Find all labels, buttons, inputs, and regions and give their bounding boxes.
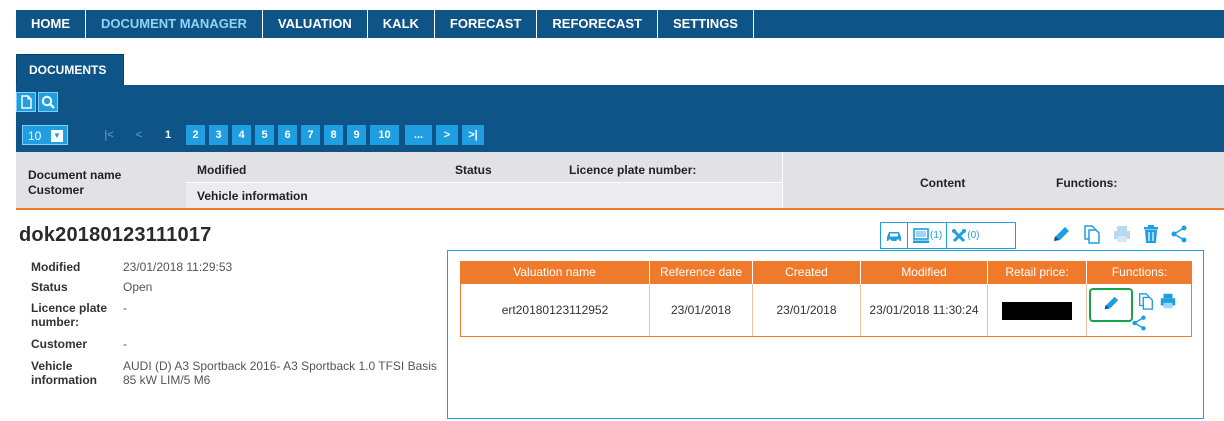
detail-value: - (123, 337, 127, 351)
nav-valuation[interactable]: VALUATION (263, 10, 368, 38)
copy-icon[interactable] (1137, 292, 1155, 310)
delete-icon[interactable] (1142, 224, 1160, 244)
valuations-count: (1) (930, 230, 943, 241)
document-functions (1050, 222, 1188, 246)
column-retail-price[interactable]: Retail price: (988, 261, 1087, 284)
current-page: 1 (164, 129, 172, 141)
tab-documents[interactable]: DOCUMENTS (16, 54, 124, 85)
print-icon[interactable] (1159, 292, 1177, 310)
next-page-button[interactable]: > (436, 125, 458, 145)
top-navigation: HOME DOCUMENT MANAGER VALUATION KALK FOR… (0, 0, 1224, 38)
vehicle-content-button[interactable] (881, 223, 908, 248)
nav-home[interactable]: HOME (16, 10, 86, 38)
print-icon[interactable] (1112, 224, 1132, 244)
page-button[interactable]: 9 (347, 125, 366, 145)
detail-label: Modified (31, 260, 81, 274)
content-summary: (1) (0) (880, 222, 1016, 249)
column-content: Content (920, 176, 966, 190)
column-status[interactable]: Status (455, 163, 492, 177)
column-created[interactable]: Created (753, 261, 861, 284)
column-modified[interactable]: Modified (197, 163, 246, 177)
new-document-button[interactable] (16, 92, 36, 112)
list-column-header: Document name Customer Modified Vehicle … (16, 152, 1224, 210)
nav-reforecast[interactable]: REFORECAST (537, 10, 658, 38)
redacted-price (1002, 301, 1072, 320)
page-size-value: 10 (28, 129, 42, 143)
more-pages-button[interactable]: ... (405, 125, 432, 145)
valuation-name-cell[interactable]: ert20180123112952 (461, 284, 650, 336)
edit-icon[interactable] (1050, 224, 1072, 244)
created-cell: 23/01/2018 (753, 284, 861, 336)
tools-count: (0) (967, 230, 980, 241)
tab-strip: DOCUMENTS (0, 38, 1224, 85)
page-button[interactable]: 8 (324, 125, 343, 145)
new-document-icon (17, 93, 35, 111)
detail-value: - (123, 301, 127, 315)
copy-icon[interactable] (1082, 224, 1102, 244)
page-button[interactable]: 3 (209, 125, 228, 145)
detail-label: Status (31, 280, 68, 294)
column-vehicle-information[interactable]: Vehicle information (197, 189, 308, 203)
first-page-button[interactable]: |< (98, 125, 120, 145)
edit-icon[interactable] (1101, 294, 1121, 312)
page-button[interactable]: 4 (232, 125, 251, 145)
detail-value: 23/01/2018 11:29:53 (123, 260, 233, 274)
documents-toolbar: 10 ▼ |< < 1 2 3 4 5 6 7 8 9 10 ... > >| (16, 85, 1224, 152)
prev-page-button[interactable]: < (128, 125, 150, 145)
nav-forecast[interactable]: FORECAST (435, 10, 538, 38)
table-row[interactable]: ert20180123112952 23/01/2018 23/01/2018 … (460, 284, 1192, 337)
reference-date-cell: 23/01/2018 (650, 284, 753, 336)
detail-label: Customer (31, 337, 88, 351)
row-functions-cell (1087, 284, 1191, 336)
nav-document-manager[interactable]: DOCUMENT MANAGER (86, 10, 263, 38)
column-functions: Functions: (1111, 265, 1168, 279)
share-icon[interactable] (1170, 224, 1188, 244)
tools-content-button[interactable]: (0) (947, 223, 983, 248)
modified-cell: 23/01/2018 11:30:24 (861, 284, 988, 336)
detail-value: AUDI (D) A3 Sportback 2016- A3 Sportback… (123, 359, 437, 387)
column-document-name[interactable]: Document name (28, 168, 121, 182)
page-button[interactable]: 10 (370, 125, 399, 145)
detail-value: Open (123, 280, 153, 294)
page-button[interactable]: 7 (301, 125, 320, 145)
valuations-table-header: Valuation name Reference date Created Mo… (460, 261, 1192, 284)
chevron-down-icon: ▼ (51, 130, 63, 142)
pagination: 10 ▼ |< < 1 2 3 4 5 6 7 8 9 10 ... > >| (16, 125, 716, 145)
detail-label: Vehicle information (31, 359, 97, 387)
nav-kalk[interactable]: KALK (368, 10, 435, 38)
column-functions: Functions: (1056, 176, 1118, 190)
car-icon (887, 231, 901, 243)
column-modified[interactable]: Modified (861, 261, 988, 284)
valuations-content-button[interactable]: (1) (908, 223, 948, 248)
retail-price-cell (988, 284, 1087, 336)
column-licence-plate[interactable]: Licence plate number: (569, 163, 696, 177)
share-icon[interactable] (1131, 314, 1147, 332)
tools-icon (952, 228, 967, 242)
column-reference-date[interactable]: Reference date (650, 261, 753, 284)
last-page-button[interactable]: >| (462, 125, 484, 145)
page-button[interactable]: 6 (278, 125, 297, 145)
nav-settings[interactable]: SETTINGS (658, 10, 754, 38)
page-button[interactable]: 2 (186, 125, 205, 145)
detail-label: Licence plate number: (31, 301, 108, 329)
column-valuation-name[interactable]: Valuation name (460, 261, 650, 284)
column-divider (782, 152, 783, 208)
search-button[interactable] (38, 92, 58, 112)
main-menu: HOME DOCUMENT MANAGER VALUATION KALK FOR… (16, 10, 1224, 38)
document-title[interactable]: dok20180123111017 (19, 224, 211, 247)
valuations-panel: Valuation name Reference date Created Mo… (447, 250, 1204, 419)
computer-icon (913, 227, 929, 243)
page-button[interactable]: 5 (255, 125, 274, 145)
search-icon (39, 93, 57, 111)
page-size-select[interactable]: 10 ▼ (22, 125, 68, 145)
column-customer[interactable]: Customer (28, 183, 84, 197)
